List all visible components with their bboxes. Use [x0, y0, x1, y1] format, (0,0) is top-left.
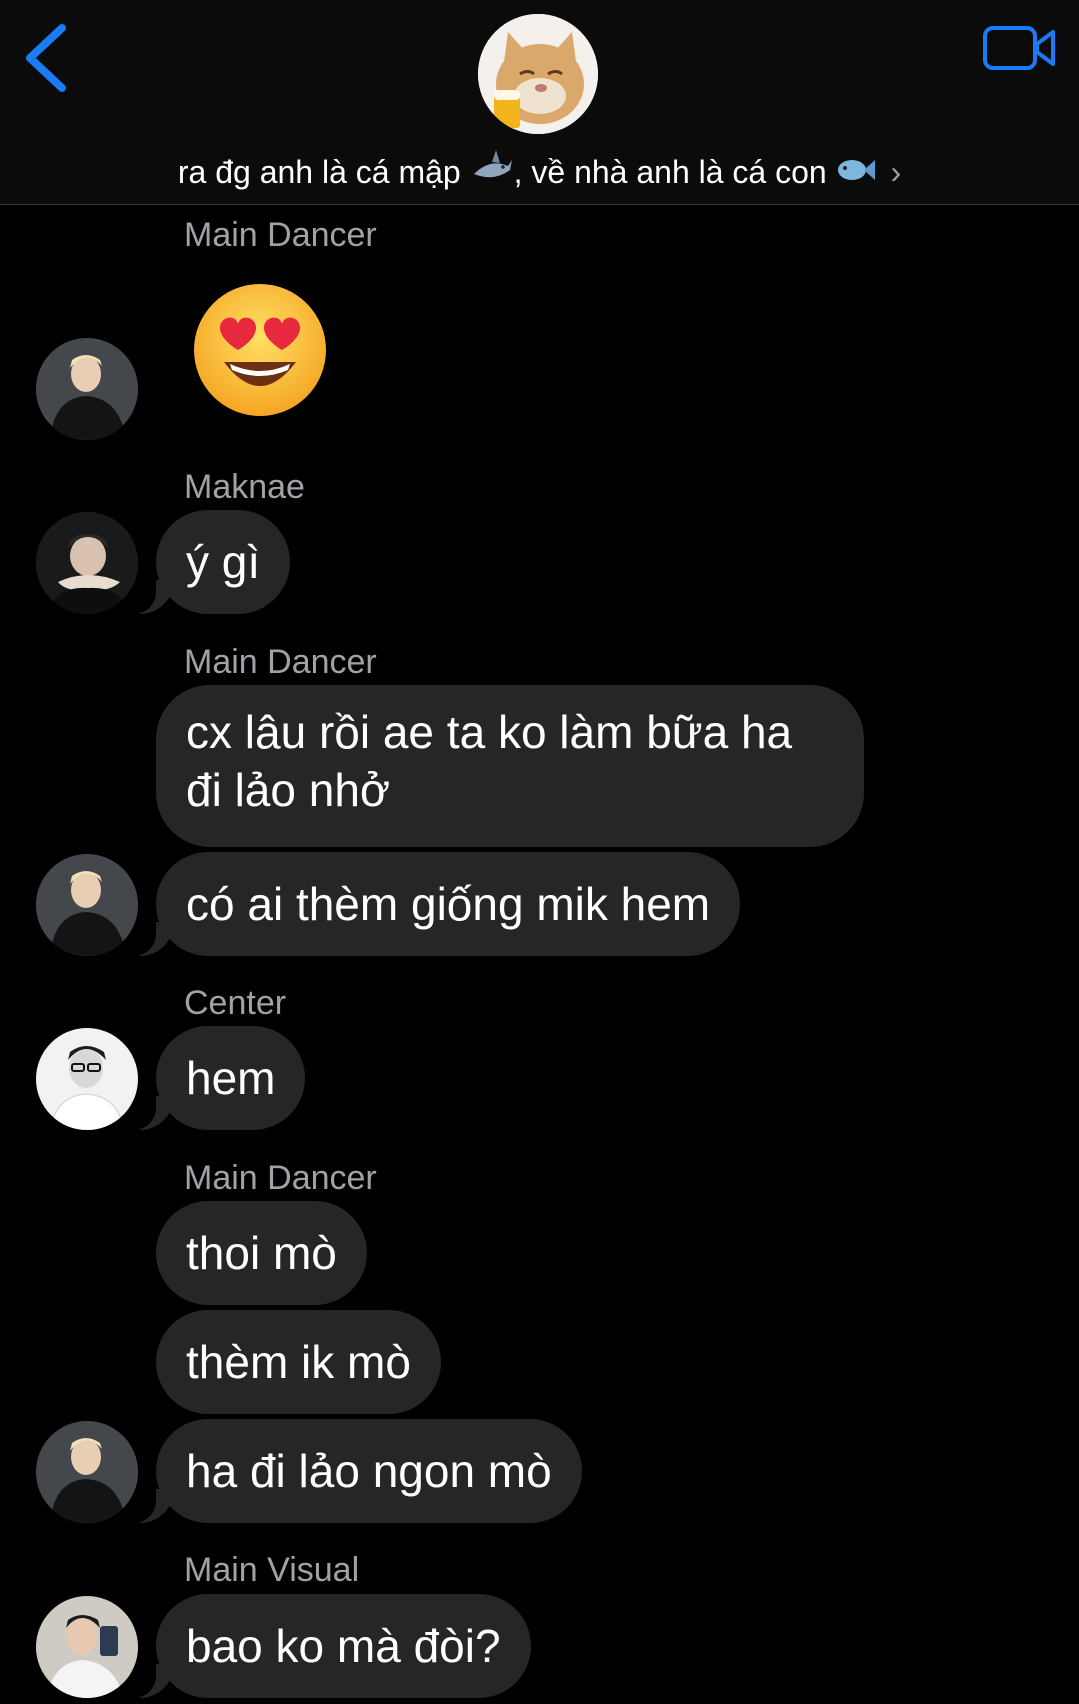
- cat-with-beer-image: [478, 14, 598, 134]
- message-text: có ai thèm giống mik hem: [186, 878, 711, 930]
- avatar-center[interactable]: [36, 1028, 138, 1130]
- message-bubble[interactable]: ha đi lảo ngon mò: [128, 1419, 582, 1523]
- message-bubble[interactable]: thoi mò: [156, 1201, 367, 1305]
- group-name-part-1: ra đg anh là cá mập: [177, 154, 461, 190]
- chevron-left-icon: [26, 24, 66, 92]
- heart-eyes-emoji-icon: [194, 284, 326, 416]
- message-text: cx lâu rồi ae ta ko làm bữa ha đi lảo nh…: [186, 706, 793, 816]
- chat-header: ra đg anh là cá mập , về nhà anh là cá c…: [0, 0, 1079, 205]
- message-text: thèm ik mò: [186, 1336, 411, 1388]
- message-bubble[interactable]: thèm ik mò: [156, 1310, 441, 1414]
- group-name-part-2: , về nhà anh là cá con: [513, 154, 827, 190]
- chevron-right-icon: ›: [890, 154, 902, 190]
- message-text: thoi mò: [186, 1227, 337, 1279]
- avatar-main-dancer[interactable]: [36, 1421, 138, 1523]
- profile-photo: [36, 1421, 138, 1523]
- profile-photo: [36, 338, 138, 440]
- group-name-title[interactable]: ra đg anh là cá mập , về nhà anh là cá c…: [0, 148, 1079, 201]
- avatar-main-dancer[interactable]: [36, 338, 138, 440]
- sender-name: Center: [184, 984, 287, 1022]
- sender-name: Main Dancer: [184, 216, 377, 254]
- sender-name: Main Dancer: [184, 1159, 377, 1197]
- message-text: ý gì: [186, 536, 261, 588]
- message-bubble[interactable]: ý gì: [127, 510, 291, 614]
- message-text: hem: [186, 1052, 276, 1104]
- avatar-main-dancer[interactable]: [36, 854, 138, 956]
- message-bubble[interactable]: có ai thèm giống mik hem: [127, 852, 741, 956]
- profile-photo: [36, 512, 138, 614]
- back-button[interactable]: [18, 20, 78, 96]
- shark-icon: [470, 148, 514, 201]
- group-avatar[interactable]: [478, 14, 598, 134]
- message-bubble[interactable]: cx lâu rồi ae ta ko làm bữa ha đi lảo nh…: [156, 685, 864, 847]
- avatar-maknae[interactable]: [36, 512, 138, 614]
- message-bubble[interactable]: bao ko mà đòi?: [128, 1594, 531, 1698]
- message-text: ha đi lảo ngon mò: [186, 1445, 552, 1497]
- profile-photo: [36, 854, 138, 956]
- sender-name: Maknae: [184, 468, 305, 506]
- message-bubble[interactable]: hem: [127, 1026, 306, 1130]
- fish-icon: [836, 151, 876, 199]
- sender-name: Main Visual: [184, 1551, 360, 1589]
- video-camera-icon: [983, 26, 1055, 70]
- avatar-main-visual[interactable]: [36, 1596, 138, 1698]
- profile-photo: [36, 1596, 138, 1698]
- heart-eyes-emoji[interactable]: [190, 280, 330, 420]
- profile-photo: [36, 1028, 138, 1130]
- sender-name: Main Dancer: [184, 643, 377, 681]
- message-text: bao ko mà đòi?: [186, 1620, 501, 1672]
- video-call-button[interactable]: [980, 18, 1058, 78]
